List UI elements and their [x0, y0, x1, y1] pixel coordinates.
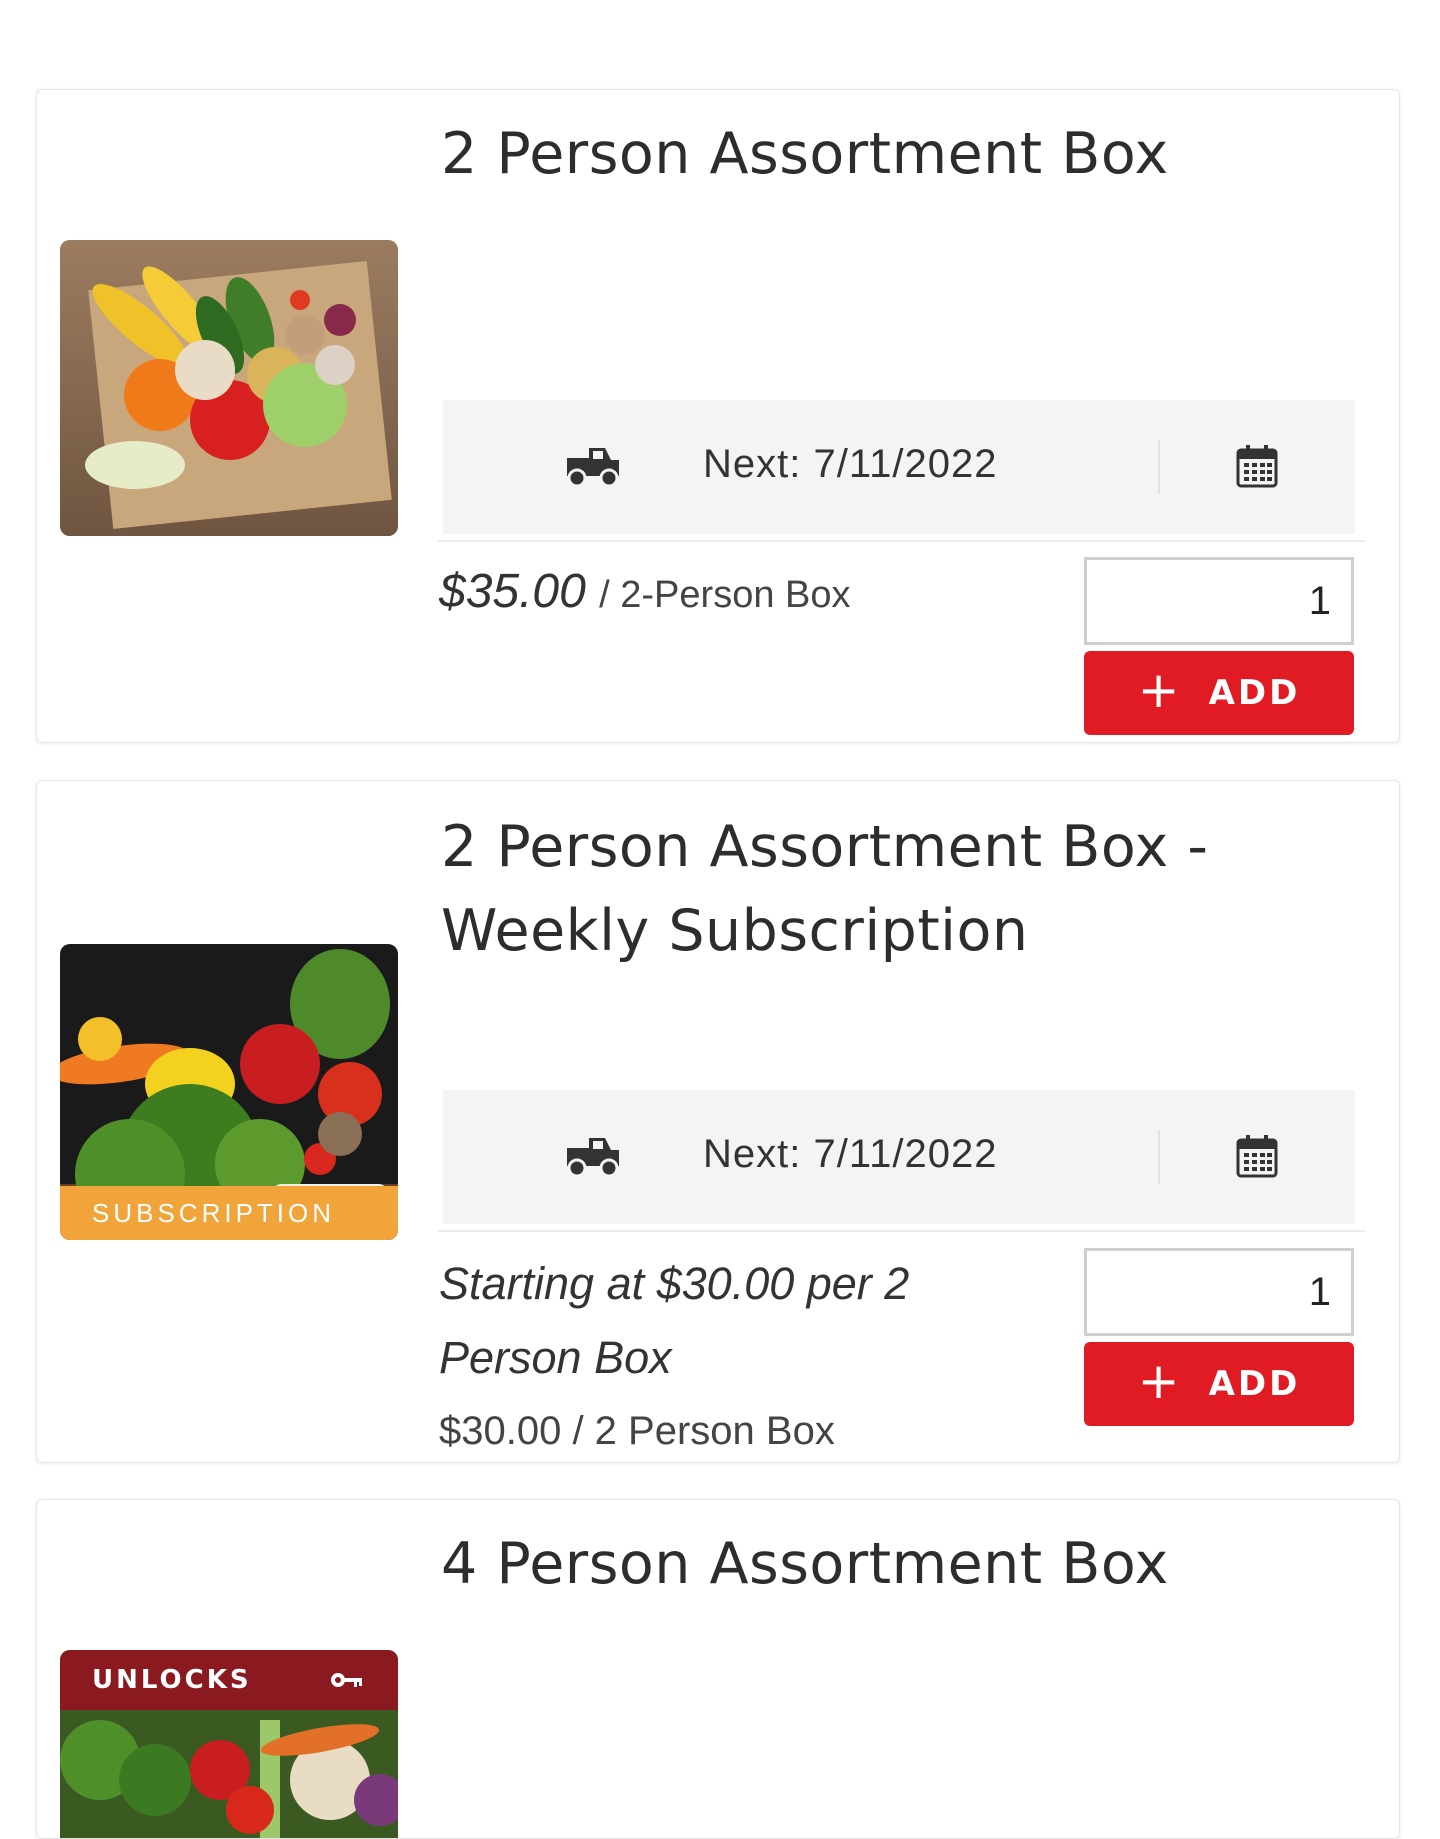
product-image[interactable]: UNLOCKS — [60, 1650, 398, 1838]
subscription-badge: SUBSCRIPTION — [60, 1186, 398, 1240]
product-title[interactable]: 2 Person Assortment Box - Weekly Subscri… — [441, 805, 1319, 973]
product-image[interactable]: SUBSCRIPTION — [60, 944, 398, 1240]
delivery-date-selector[interactable]: Next: 7/11/2022 — [438, 400, 1365, 542]
add-to-cart-button[interactable]: + ADD — [1084, 651, 1354, 735]
plus-icon: + — [1137, 1352, 1183, 1410]
calendar-icon[interactable] — [1236, 444, 1278, 488]
divider — [1158, 440, 1160, 494]
key-icon — [331, 1673, 362, 1687]
truck-icon — [567, 1138, 619, 1178]
add-to-cart-button[interactable]: + ADD — [1084, 1342, 1354, 1426]
unlocks-badge: UNLOCKS — [60, 1650, 398, 1710]
product-card: 2 Person Assortment Box Next: 7/11/2022 … — [36, 89, 1400, 743]
add-button-label: ADD — [1208, 673, 1301, 713]
next-delivery-date: Next: 7/11/2022 — [703, 1132, 998, 1176]
calendar-icon[interactable] — [1236, 1134, 1278, 1178]
product-title[interactable]: 2 Person Assortment Box — [441, 112, 1319, 196]
add-button-label: ADD — [1208, 1364, 1301, 1404]
unlocks-badge-label: UNLOCKS — [92, 1665, 252, 1695]
starting-price-text: Starting at $30.00 per 2 Person Box — [439, 1258, 910, 1383]
quantity-input[interactable] — [1084, 557, 1354, 645]
price-unit: / 2-Person Box — [599, 574, 851, 616]
price: $35.00 — [439, 565, 586, 618]
price-detail: $30.00 / 2 Person Box — [439, 1409, 835, 1453]
product-image[interactable] — [60, 240, 398, 536]
vegetable-crate-image — [60, 240, 398, 536]
quantity-input[interactable] — [1084, 1248, 1354, 1336]
product-card: UNLOCKS 4 Person Assortment Box — [36, 1499, 1400, 1839]
next-delivery-date: Next: 7/11/2022 — [703, 442, 998, 486]
divider — [1158, 1130, 1160, 1184]
delivery-date-selector[interactable]: Next: 7/11/2022 — [438, 1090, 1365, 1232]
price-line: $35.00 / 2-Person Box — [439, 564, 851, 619]
product-title[interactable]: 4 Person Assortment Box — [441, 1522, 1319, 1606]
product-card: SUBSCRIPTION 2 Person Assortment Box - W… — [36, 780, 1400, 1463]
plus-icon: + — [1137, 661, 1183, 719]
truck-icon — [567, 448, 619, 488]
